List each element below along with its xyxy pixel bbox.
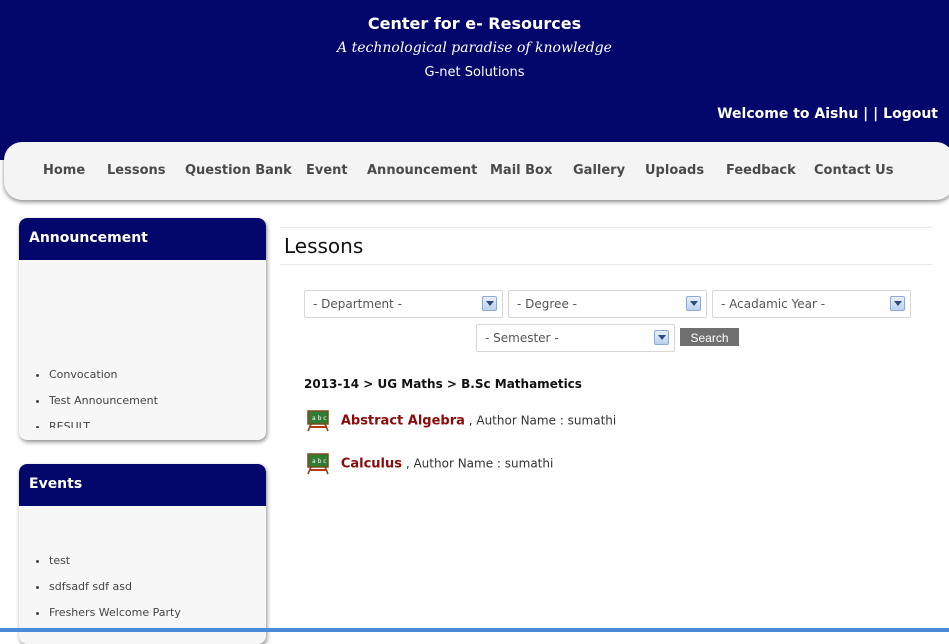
- academic-year-select-value: - Acadamic Year -: [721, 297, 826, 311]
- nav-event[interactable]: Event: [306, 163, 348, 178]
- lesson-row: a b c Calculus , Author Name : sumathi: [306, 453, 553, 475]
- nav-question-bank[interactable]: Question Bank: [185, 163, 292, 178]
- divider: [280, 227, 932, 228]
- window-bottom-border: [0, 628, 949, 632]
- lesson-row: a b c Abstract Algebra , Author Name : s…: [306, 410, 616, 432]
- main-nav: Home Lessons Question Bank Event Announc…: [4, 142, 949, 200]
- event-link[interactable]: sdfsadf sdf asd: [49, 580, 132, 593]
- announcement-item[interactable]: Convocation: [49, 366, 158, 392]
- search-button[interactable]: Search: [680, 328, 739, 346]
- event-item[interactable]: sdfsadf sdf asd: [49, 578, 181, 604]
- announcement-link[interactable]: RESULT: [49, 420, 90, 428]
- dropdown-arrow-icon[interactable]: [654, 330, 669, 345]
- department-select[interactable]: - Department -: [304, 290, 503, 318]
- author-label: , Author Name :: [405, 456, 501, 471]
- event-link[interactable]: test: [49, 554, 70, 567]
- event-link[interactable]: Freshers Welcome Party: [49, 606, 181, 619]
- announcement-panel: Announcement Convocation Test Announceme…: [19, 218, 266, 440]
- svg-text:a b c: a b c: [312, 415, 327, 422]
- dropdown-arrow-icon[interactable]: [890, 296, 905, 311]
- site-tagline: A technological paradise of knowledge: [337, 40, 612, 56]
- announcement-link[interactable]: Convocation: [49, 368, 117, 381]
- lesson-link[interactable]: Calculus: [341, 457, 402, 472]
- site-header: Center for e- Resources A technological …: [0, 0, 949, 160]
- site-title: Center for e- Resources: [367, 14, 582, 33]
- dropdown-arrow-icon[interactable]: [482, 296, 497, 311]
- degree-select[interactable]: - Degree -: [508, 290, 707, 318]
- academic-year-select[interactable]: - Acadamic Year -: [712, 290, 911, 318]
- lesson-link[interactable]: Abstract Algebra: [341, 414, 465, 429]
- dropdown-arrow-icon[interactable]: [686, 296, 701, 311]
- nav-contact-us[interactable]: Contact Us: [814, 163, 893, 178]
- welcome-text: Welcome to Aishu: [717, 106, 859, 122]
- author-name: sumathi: [567, 413, 617, 428]
- chalkboard-icon: a b c: [307, 453, 329, 475]
- degree-select-value: - Degree -: [517, 297, 577, 311]
- author-label: , Author Name :: [468, 413, 564, 428]
- nav-home[interactable]: Home: [43, 163, 85, 178]
- events-panel: Events test sdfsadf sdf asd Freshers Wel…: [19, 464, 266, 644]
- nav-lessons[interactable]: Lessons: [107, 163, 166, 178]
- logout-link[interactable]: Logout: [883, 106, 938, 122]
- nav-mail-box[interactable]: Mail Box: [490, 163, 552, 178]
- department-select-value: - Department -: [313, 297, 402, 311]
- nav-announcement[interactable]: Announcement: [367, 163, 477, 178]
- semester-select-value: - Semester -: [485, 331, 559, 345]
- event-item[interactable]: test: [49, 552, 181, 578]
- chalkboard-icon: a b c: [307, 410, 329, 432]
- nav-feedback[interactable]: Feedback: [726, 163, 796, 178]
- announcement-panel-title: Announcement: [19, 218, 266, 260]
- announcement-item[interactable]: RESULT: [49, 418, 158, 428]
- author-name: sumathi: [504, 456, 554, 471]
- events-list: test sdfsadf sdf asd Freshers Welcome Pa…: [19, 552, 181, 630]
- page-title: Lessons: [284, 234, 364, 258]
- nav-uploads[interactable]: Uploads: [645, 163, 704, 178]
- welcome-separator: | |: [863, 106, 879, 122]
- svg-text:a b c: a b c: [312, 458, 327, 465]
- nav-gallery[interactable]: Gallery: [573, 163, 625, 178]
- semester-select[interactable]: - Semester -: [476, 324, 675, 352]
- site-company: G-net Solutions: [424, 65, 525, 80]
- events-panel-title: Events: [19, 464, 266, 506]
- breadcrumb: 2013-14 > UG Maths > B.Sc Mathametics: [304, 377, 582, 391]
- announcement-list: Convocation Test Announcement RESULT: [19, 366, 158, 428]
- announcement-item[interactable]: Test Announcement: [49, 392, 158, 418]
- divider: [280, 264, 932, 265]
- welcome-bar: Welcome to Aishu | | Logout: [717, 106, 938, 122]
- announcement-link[interactable]: Test Announcement: [49, 394, 158, 407]
- event-item[interactable]: Freshers Welcome Party: [49, 604, 181, 630]
